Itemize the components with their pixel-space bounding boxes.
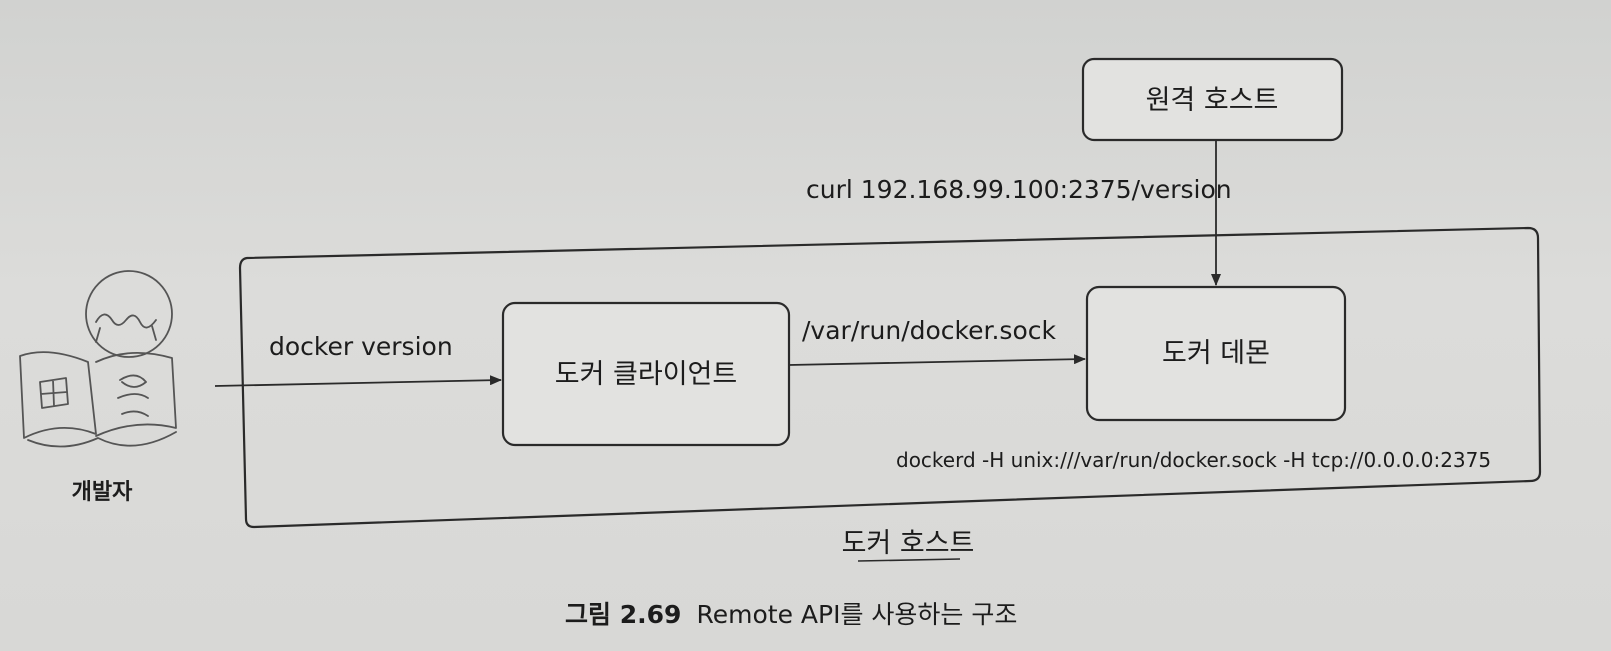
developer-label: 개발자 [72, 480, 133, 505]
developer-to-client-arrow [214, 375, 502, 387]
client-to-daemon-arrow [788, 354, 1086, 366]
figure-page: 도커 호스트 원격 호스트 curl 192.168.99.100:2375/v… [0, 0, 1611, 651]
remote-host-label: 원격 호스트 [1146, 85, 1279, 116]
figure-caption-text: Remote API를 사용하는 구조 [696, 600, 1017, 629]
docker-client-label: 도커 클라이언트 [555, 359, 737, 390]
architecture-diagram: 도커 호스트 원격 호스트 curl 192.168.99.100:2375/v… [19, 57, 1542, 629]
docker-daemon-label: 도커 데몬 [1162, 338, 1270, 369]
docker-host-label-underline [857, 558, 961, 562]
remote-to-daemon-label: curl 192.168.99.100:2375/version [806, 175, 1232, 204]
client-to-daemon-label: /var/run/docker.sock [802, 316, 1057, 345]
figure-number: 그림 2.69 [565, 600, 681, 629]
docker-host-label: 도커 호스트 [842, 528, 975, 559]
figure-caption: 그림 2.69 Remote API를 사용하는 구조 [565, 600, 1017, 629]
developer-to-client-label: docker version [269, 332, 453, 361]
daemon-command-label: dockerd -H unix:///var/run/docker.sock -… [896, 448, 1491, 472]
developer-icon [19, 270, 177, 448]
